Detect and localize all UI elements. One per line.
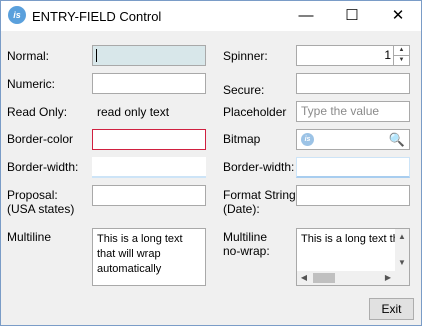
border-color-field[interactable] [92, 129, 206, 150]
horizontal-scroll-thumb[interactable] [313, 273, 335, 283]
normal-field[interactable] [92, 45, 206, 66]
multiline-text: This is a long text that will wrap autom… [97, 233, 183, 275]
horizontal-scrollbar[interactable]: ◀ ▶ [297, 271, 395, 285]
scroll-right-arrow-icon[interactable]: ▶ [381, 271, 395, 285]
window-title: ENTRY-FIELD Control [32, 9, 162, 24]
close-button[interactable]: ✕ [375, 1, 421, 31]
spinner-value: 1 [384, 48, 391, 62]
normal-label: Normal: [7, 49, 50, 63]
read-only-label: Read Only: [7, 105, 68, 119]
search-icon[interactable]: 🔍 [389, 132, 405, 147]
app-icon: is [8, 6, 26, 24]
proposal-field[interactable] [92, 185, 206, 206]
border-width-right-field[interactable] [296, 157, 410, 178]
minimize-button[interactable]: — [283, 1, 329, 31]
multiline-nowrap-label-line1: Multiline [223, 230, 268, 244]
numeric-label: Numeric: [7, 77, 56, 91]
text-caret [96, 49, 97, 62]
border-color-label: Border-color [7, 132, 74, 146]
multiline-nowrap-field[interactable]: This is a long text th ▲ ▼ ◀ ▶ [296, 228, 410, 286]
placeholder-field[interactable]: Type the value [296, 101, 410, 122]
scroll-left-arrow-icon[interactable]: ◀ [297, 271, 311, 285]
format-string-label: Format String (Date): [223, 188, 296, 216]
proposal-label-line2: (USA states) [7, 202, 75, 216]
placeholder-label: Placeholder [223, 105, 287, 119]
scroll-up-arrow-icon[interactable]: ▲ [395, 229, 409, 245]
maximize-button[interactable]: ☐ [329, 1, 375, 31]
spinner-down-button[interactable]: ▼ [394, 56, 409, 65]
border-width-left-field[interactable] [92, 157, 206, 178]
multiline-field[interactable]: This is a long text that will wrap autom… [92, 228, 206, 286]
main-window: is ENTRY-FIELD Control — ☐ ✕ Normal: Num… [0, 0, 422, 326]
bitmap-field[interactable]: is 🔍 [296, 129, 410, 150]
format-string-label-line2: (Date): [223, 202, 260, 216]
bitmap-logo-icon: is [301, 133, 314, 146]
spinner-buttons: ▲ ▼ [393, 46, 409, 65]
numeric-field[interactable] [92, 73, 206, 94]
secure-label: Secure: [223, 83, 265, 97]
proposal-label: Proposal: (USA states) [7, 188, 74, 216]
placeholder-text: Type the value [301, 104, 380, 118]
proposal-label-line1: Proposal: [7, 188, 58, 202]
multiline-nowrap-label: Multiline no-wrap: [223, 230, 270, 258]
format-string-field[interactable] [296, 185, 410, 206]
vertical-scrollbar[interactable]: ▲ ▼ [395, 229, 409, 285]
exit-button[interactable]: Exit [369, 298, 414, 320]
title-bar[interactable]: is ENTRY-FIELD Control — ☐ ✕ [1, 1, 421, 31]
read-only-field: read only text [92, 102, 206, 123]
multiline-label: Multiline [7, 230, 52, 244]
bitmap-label: Bitmap [223, 132, 261, 146]
secure-field[interactable] [296, 73, 410, 94]
border-width-right-label: Border-width: [223, 160, 295, 174]
border-width-left-label: Border-width: [7, 160, 79, 174]
spinner-label: Spinner: [223, 49, 268, 63]
format-string-label-line1: Format String [223, 188, 296, 202]
scroll-down-arrow-icon[interactable]: ▼ [395, 255, 409, 271]
spinner-field[interactable]: 1 ▲ ▼ [296, 45, 410, 66]
spinner-up-button[interactable]: ▲ [394, 46, 409, 56]
multiline-nowrap-label-line2: no-wrap: [223, 244, 270, 258]
form-area: Normal: Numeric: Read Only: Border-color… [1, 31, 421, 325]
multiline-nowrap-text: This is a long text th [301, 233, 397, 245]
